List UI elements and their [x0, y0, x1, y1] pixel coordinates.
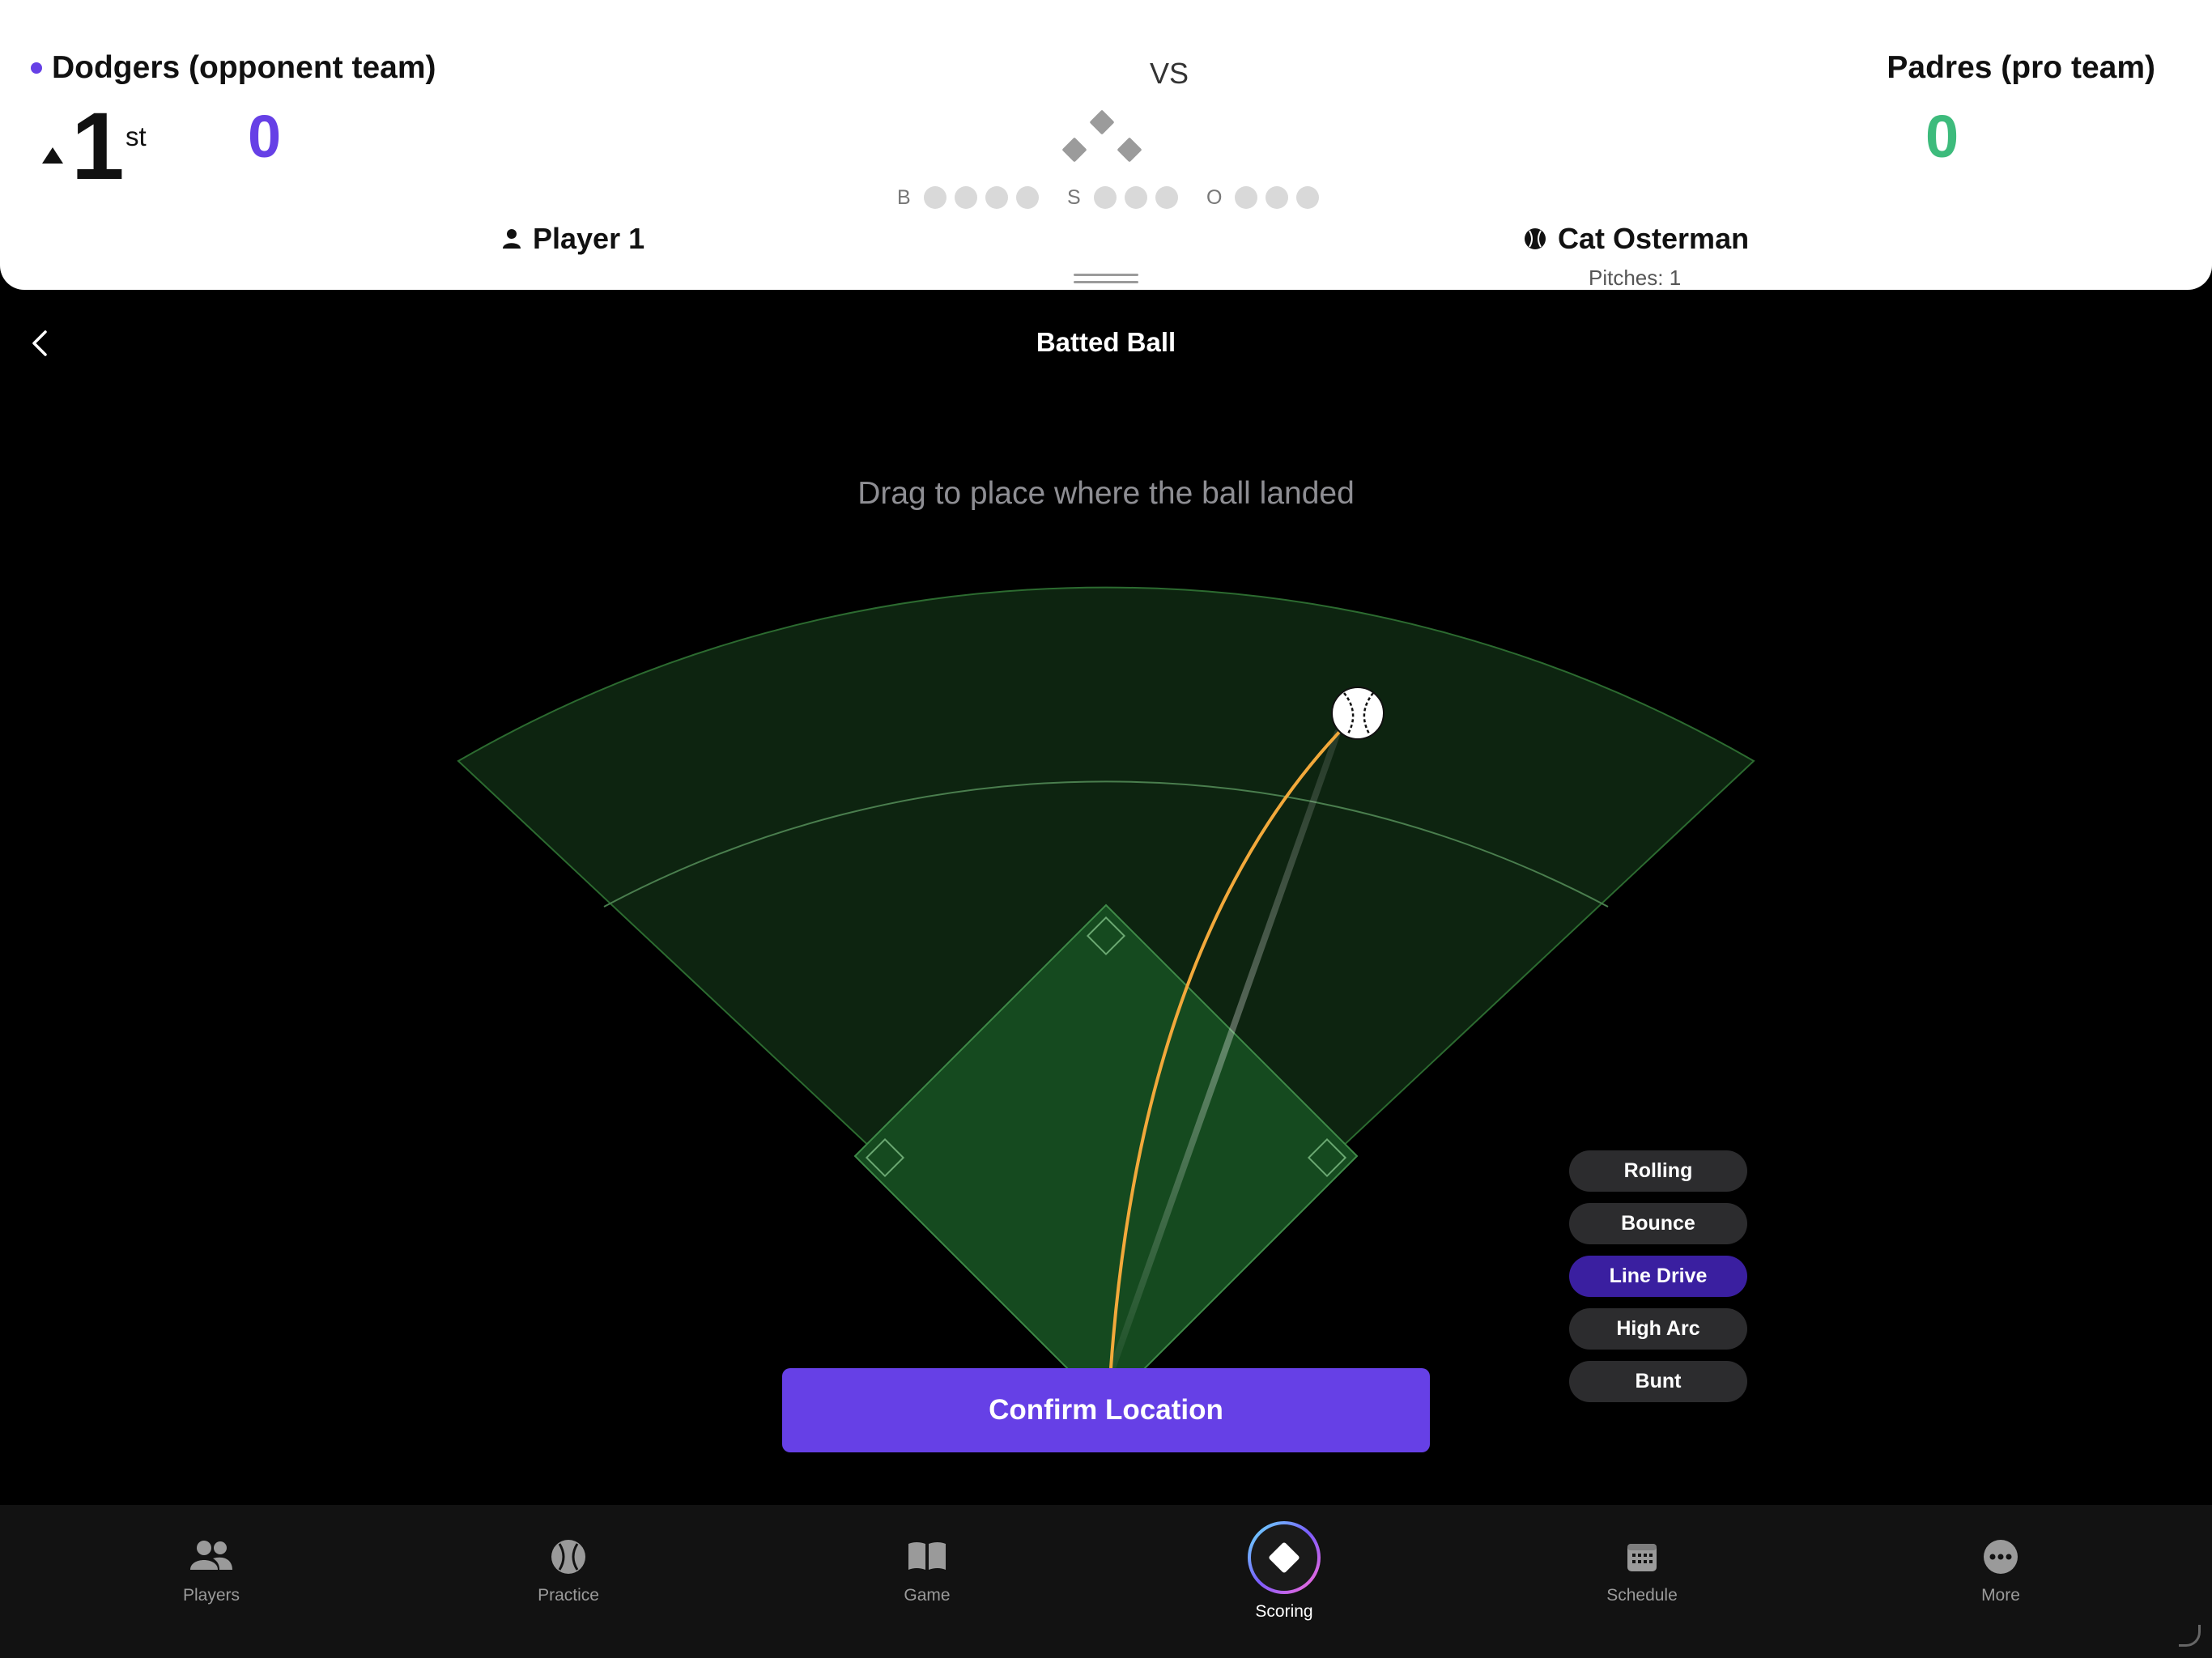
book-icon [908, 1542, 946, 1570]
calendar-icon [1627, 1544, 1657, 1571]
softball-icon [551, 1540, 585, 1574]
ball-marker[interactable] [1331, 687, 1385, 740]
softball-field[interactable] [0, 0, 2212, 1505]
tab-schedule[interactable]: Schedule [1553, 1505, 1731, 1658]
tab-label: Players [182, 1586, 240, 1605]
hit-type-rolling[interactable]: Rolling [1569, 1150, 1747, 1192]
tab-bar: Players Practice Game Scoring Schedule M… [0, 1505, 2212, 1658]
tab-label: More [1981, 1586, 2020, 1605]
tab-more[interactable]: More [1912, 1505, 2090, 1658]
tab-label: Schedule [1606, 1586, 1678, 1605]
tab-game[interactable]: Game [838, 1505, 1016, 1658]
resize-handle-icon [2179, 1625, 2201, 1647]
tab-practice[interactable]: Practice [479, 1505, 657, 1658]
confirm-location-button[interactable]: Confirm Location [782, 1368, 1430, 1452]
more-icon [1984, 1540, 2018, 1574]
diamond-icon [1248, 1521, 1321, 1594]
hit-type-line-drive[interactable]: Line Drive [1569, 1256, 1747, 1297]
players-icon [190, 1541, 232, 1570]
hit-type-bunt[interactable]: Bunt [1569, 1361, 1747, 1402]
hit-type-bounce[interactable]: Bounce [1569, 1203, 1747, 1244]
tab-label: Scoring [1255, 1602, 1313, 1621]
tab-label: Practice [538, 1586, 599, 1605]
tab-label: Game [904, 1586, 951, 1605]
hit-type-high-arc[interactable]: High Arc [1569, 1308, 1747, 1350]
tab-scoring[interactable]: Scoring [1195, 1505, 1373, 1658]
tab-players[interactable]: Players [122, 1505, 300, 1658]
